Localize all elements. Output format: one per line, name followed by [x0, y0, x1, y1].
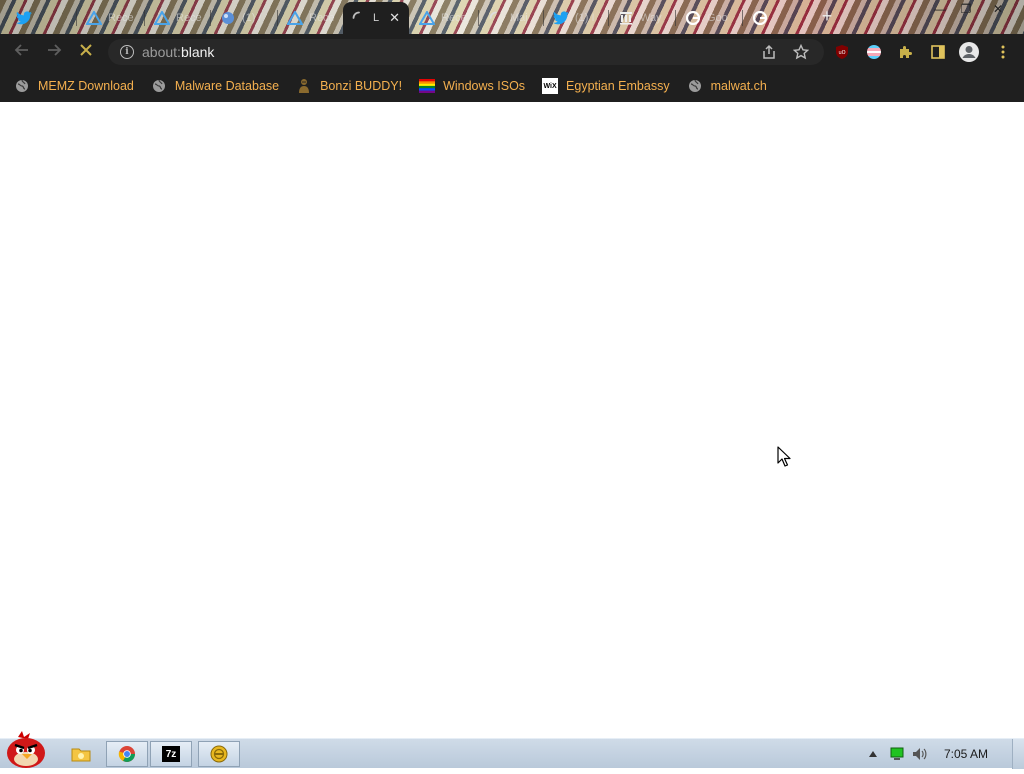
taskbar-explorer[interactable]: [60, 741, 102, 767]
share-icon[interactable]: [760, 43, 778, 61]
tab-rece-4[interactable]: Rece: [411, 4, 477, 32]
tab-rece-2[interactable]: Rece: [146, 4, 210, 32]
tab-title: Rece: [176, 12, 202, 24]
triangle-logo-icon: [419, 10, 435, 26]
page-viewport[interactable]: [0, 102, 1024, 738]
pride-extension-icon[interactable]: [864, 42, 884, 62]
tab-rece-3[interactable]: Rece: [279, 4, 341, 32]
tab-title: Maj: [510, 12, 528, 24]
minimize-button[interactable]: —: [926, 0, 954, 18]
browser-toolbar: i about:blank uO: [0, 34, 1024, 70]
tab-title: Rece: [441, 12, 467, 24]
loading-spinner-icon: [351, 10, 367, 26]
tab-title: Rece: [108, 12, 134, 24]
mouse-cursor-icon: [777, 446, 791, 467]
system-tray: [866, 739, 928, 769]
angry-bird-start-icon: [7, 731, 45, 768]
address-bar[interactable]: i about:blank: [108, 39, 824, 65]
7zip-icon: 7z: [162, 746, 180, 762]
tab-twitter-2[interactable]: (1) I: [545, 4, 607, 32]
globe-icon: [220, 10, 236, 26]
bookmark-malwat-ch[interactable]: malwat.ch: [687, 78, 767, 94]
wix-icon: WiX: [542, 78, 559, 94]
explorer-icon: [71, 748, 91, 762]
tab-rece-1[interactable]: Rece: [78, 4, 144, 32]
taskbar-clock[interactable]: 7:05 AM: [944, 747, 988, 761]
stop-x-icon: [79, 42, 93, 62]
extensions-puzzle-icon[interactable]: [896, 42, 916, 62]
new-tab-button[interactable]: +: [818, 6, 836, 26]
stop-loading-button[interactable]: [74, 40, 98, 64]
taskbar-7zip[interactable]: 7z: [150, 741, 192, 767]
volume-icon[interactable]: [912, 747, 928, 761]
tab-google-2[interactable]: [744, 4, 808, 32]
bookmark-windows-isos[interactable]: Windows ISOs: [419, 78, 525, 94]
archive-icon: [618, 10, 634, 26]
back-button[interactable]: [10, 40, 34, 64]
bookmark-egyptian-embassy[interactable]: WiX Egyptian Embassy: [542, 78, 670, 94]
triangle-logo-icon: [86, 10, 102, 26]
bonzi-app-icon: [210, 745, 228, 763]
taskbar-chrome[interactable]: [106, 741, 148, 767]
rainbow-flag-icon: [419, 78, 436, 94]
close-icon[interactable]: ✕: [389, 10, 400, 26]
show-desktop-button[interactable]: [1012, 739, 1024, 769]
tab-google-1[interactable]: Goo: [677, 4, 741, 32]
bonzi-icon: [296, 78, 312, 94]
arrow-right-icon: [46, 42, 62, 63]
tab-title: L: [373, 12, 380, 24]
info-icon[interactable]: i: [120, 45, 134, 59]
triangle-logo-icon: [154, 10, 170, 26]
tab-title: (1) /: [242, 12, 262, 24]
restore-button[interactable]: ❐: [952, 0, 980, 18]
tab-title: Way: [640, 12, 662, 24]
tray-expand-icon[interactable]: [866, 751, 880, 757]
ublock-icon[interactable]: uO: [832, 42, 852, 62]
bookmark-star-icon[interactable]: [792, 43, 810, 61]
twitter-icon: [16, 10, 32, 26]
tab-active-loading[interactable]: L ✕: [343, 2, 409, 34]
triangle-logo-icon: [287, 10, 303, 26]
google-icon: [685, 10, 701, 26]
tab-strip: Rece Rece (1) / Rece L ✕ Rece Maj (1) I …: [0, 0, 1024, 34]
tab-title: Goo: [707, 12, 728, 24]
side-panel-icon[interactable]: [928, 42, 948, 62]
tab-title: Rece: [309, 12, 335, 24]
chrome-icon: [118, 746, 135, 762]
loading-spinner-icon: [488, 10, 504, 26]
tab-wayback[interactable]: Way: [610, 4, 674, 32]
svg-text:uO: uO: [838, 50, 845, 56]
forward-button[interactable]: [42, 40, 66, 64]
tab-title: (1) I: [575, 12, 595, 24]
taskbar: 7z 7:05 AM: [0, 731, 1024, 769]
globe-icon: [687, 78, 703, 94]
tab-twitter[interactable]: [8, 4, 72, 32]
network-icon[interactable]: [890, 747, 904, 761]
google-icon: [752, 10, 768, 26]
bookmarks-bar: MEMZ Download Malware Database Bonzi BUD…: [0, 70, 1024, 102]
globe-icon: [14, 78, 30, 94]
twitter-icon: [553, 10, 569, 26]
close-window-button[interactable]: ✕: [984, 0, 1012, 18]
start-button[interactable]: [2, 731, 50, 769]
tab-maj[interactable]: Maj: [480, 4, 542, 32]
url-text: about:blank: [142, 44, 215, 60]
bookmark-memz-download[interactable]: MEMZ Download: [14, 78, 134, 94]
arrow-left-icon: [14, 42, 30, 63]
bookmark-malware-database[interactable]: Malware Database: [151, 78, 279, 94]
bookmark-bonzi-buddy[interactable]: Bonzi BUDDY!: [296, 78, 402, 94]
kebab-menu-icon[interactable]: [993, 42, 1013, 62]
taskbar-bonzi[interactable]: [198, 741, 240, 767]
globe-icon: [151, 78, 167, 94]
tab-notifications[interactable]: (1) /: [212, 4, 276, 32]
profile-avatar-icon[interactable]: [958, 41, 980, 63]
